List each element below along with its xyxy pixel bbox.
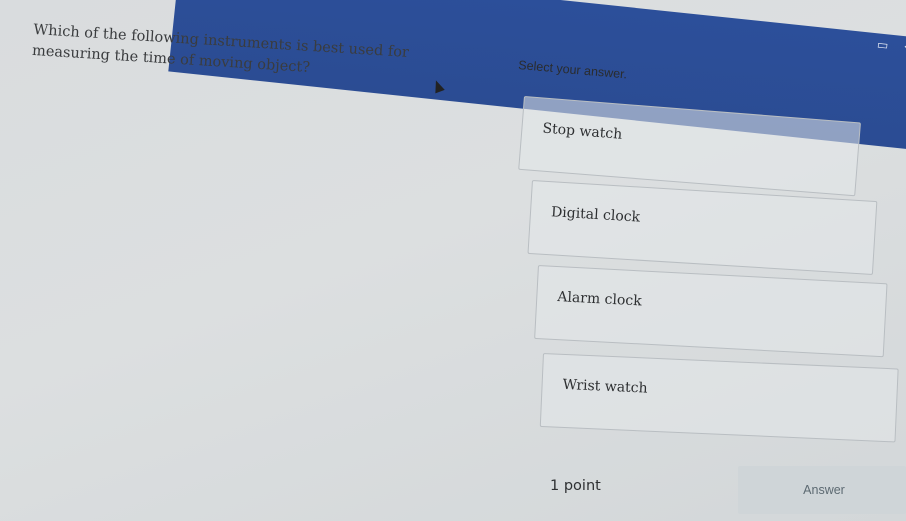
option-wrist-watch[interactable]: Wrist watch — [539, 353, 899, 443]
option-digital-clock[interactable]: Digital clock — [527, 180, 878, 275]
answer-button[interactable]: Answer — [738, 466, 906, 514]
option-label: Alarm clock — [556, 289, 643, 310]
option-alarm-clock[interactable]: Alarm clock — [534, 265, 888, 358]
option-label: Wrist watch — [562, 376, 648, 397]
option-label: Stop watch — [541, 120, 623, 143]
points-label: 1 point — [550, 478, 601, 494]
tablet-icon[interactable]: ▭ — [876, 37, 889, 52]
option-label: Digital clock — [550, 204, 641, 226]
header-tools: ▭ ↶ ↷ ◠ — [876, 33, 906, 64]
